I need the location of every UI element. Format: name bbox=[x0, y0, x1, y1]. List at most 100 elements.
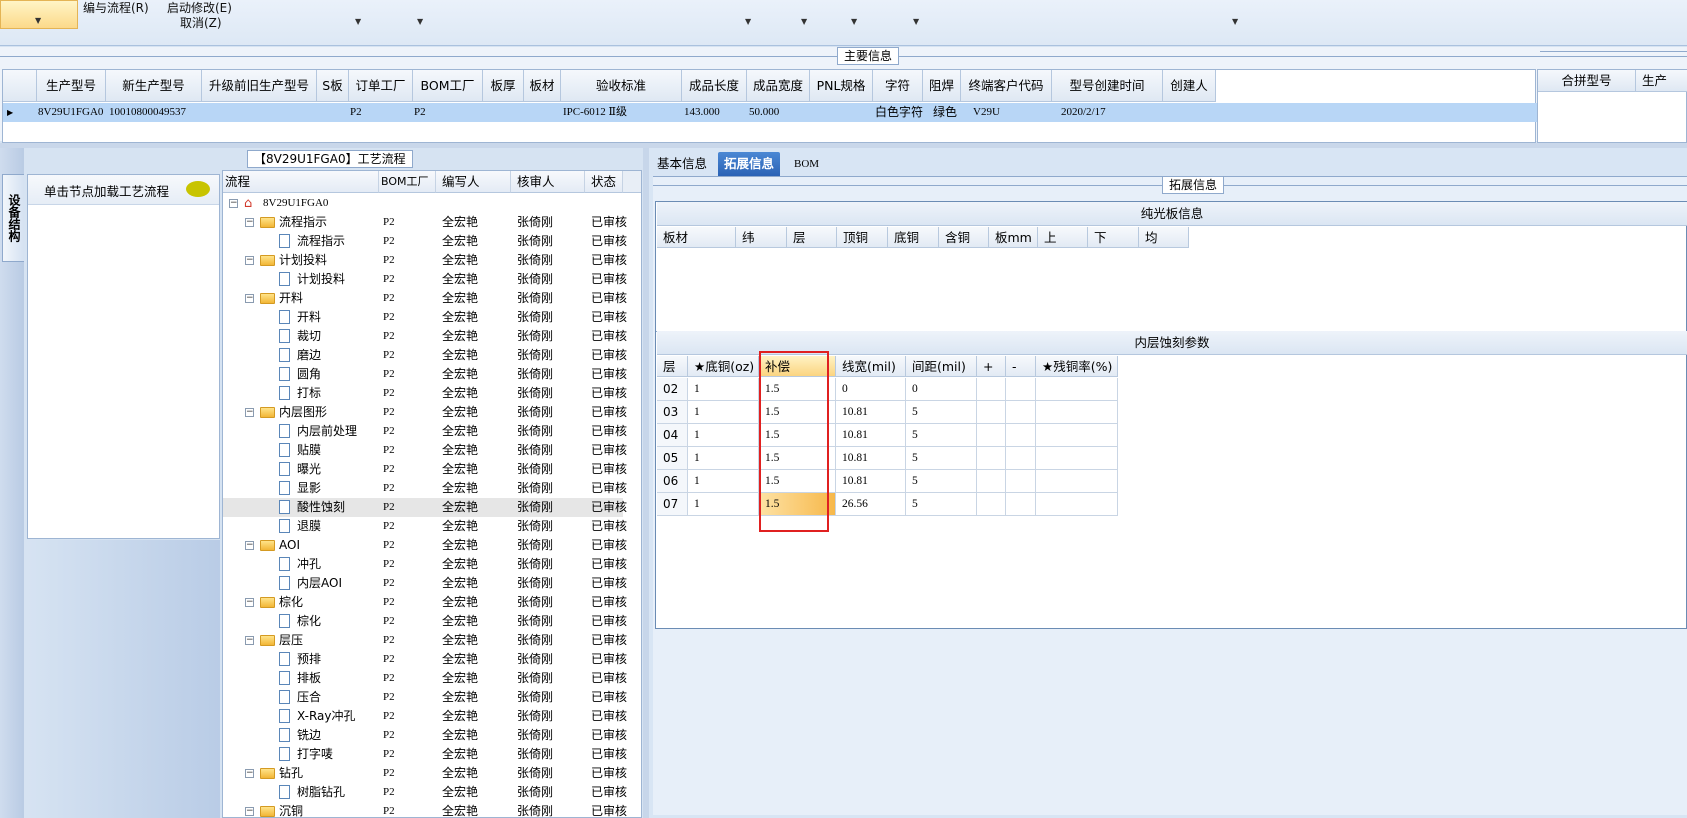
board-column-header[interactable]: 纬 bbox=[736, 227, 787, 248]
column-header[interactable]: PNL规格 bbox=[810, 70, 873, 102]
etch-cell[interactable] bbox=[1006, 447, 1036, 470]
etch-cell[interactable]: 02 bbox=[657, 378, 688, 401]
etch-cell[interactable]: 5 bbox=[906, 401, 977, 424]
tree-row[interactable]: 冲孔 P2 全宏艳 张倚刚 已审核 bbox=[223, 555, 627, 574]
column-header[interactable]: 核审人 bbox=[511, 171, 585, 193]
etch-cell[interactable]: 10.81 bbox=[836, 401, 906, 424]
tree-row[interactable]: 圆角 P2 全宏艳 张倚刚 已审核 bbox=[223, 365, 627, 384]
etch-cell[interactable] bbox=[977, 424, 1006, 447]
etch-cell[interactable] bbox=[1036, 470, 1118, 493]
collapse-icon[interactable]: − bbox=[245, 807, 254, 816]
collapse-icon[interactable]: − bbox=[245, 294, 254, 303]
etch-cell[interactable]: 10.81 bbox=[836, 447, 906, 470]
etch-cell[interactable]: 1 bbox=[688, 378, 759, 401]
tree-row[interactable]: 打字唛 P2 全宏艳 张倚刚 已审核 bbox=[223, 745, 627, 764]
main-info-grid[interactable]: 生产型号 新生产型号 升级前旧生产型号 S板 订单工厂 BOM工厂 板厚 板材 … bbox=[2, 69, 1537, 143]
column-header[interactable]: 流程 bbox=[223, 171, 379, 193]
etch-column-header[interactable]: 层 bbox=[657, 356, 688, 377]
etch-cell[interactable] bbox=[1036, 378, 1118, 401]
etch-cell[interactable] bbox=[1006, 470, 1036, 493]
collapse-icon[interactable]: − bbox=[245, 541, 254, 550]
tree-row[interactable]: 铣边 P2 全宏艳 张倚刚 已审核 bbox=[223, 726, 627, 745]
board-column-header[interactable]: 板材 bbox=[657, 227, 736, 248]
etch-cell[interactable]: 07 bbox=[657, 493, 688, 516]
column-header[interactable]: 验收标准 bbox=[561, 70, 682, 102]
column-header[interactable]: 升级前旧生产型号 bbox=[202, 70, 317, 102]
tree-row[interactable]: 贴膜 P2 全宏艳 张倚刚 已审核 bbox=[223, 441, 627, 460]
column-header[interactable]: 型号创建时间 bbox=[1052, 70, 1163, 102]
tree-row[interactable]: − 开料 P2 全宏艳 张倚刚 已审核 bbox=[223, 289, 627, 308]
etch-cell[interactable]: 1 bbox=[688, 470, 759, 493]
etch-cell[interactable] bbox=[977, 493, 1006, 516]
board-column-header[interactable]: 底铜 bbox=[888, 227, 939, 248]
etch-column-header[interactable]: ★残铜率(%) bbox=[1036, 356, 1118, 377]
chevron-down-icon[interactable]: ▼ bbox=[745, 17, 751, 26]
column-header[interactable]: 状态 bbox=[585, 171, 623, 193]
etch-cell[interactable]: 10.81 bbox=[836, 470, 906, 493]
etch-cell[interactable] bbox=[1036, 493, 1118, 516]
column-header[interactable]: 阻焊 bbox=[923, 70, 961, 102]
dropdown-button[interactable]: ▼ bbox=[0, 0, 78, 29]
column-header[interactable]: BOM工厂 bbox=[413, 70, 483, 102]
etch-column-header[interactable]: - bbox=[1006, 356, 1036, 377]
tree-row[interactable]: − 层压 P2 全宏艳 张倚刚 已审核 bbox=[223, 631, 627, 650]
collapse-icon[interactable]: − bbox=[245, 636, 254, 645]
etch-column-header[interactable]: 间距(mil) bbox=[906, 356, 977, 377]
chevron-down-icon[interactable]: ▼ bbox=[913, 17, 919, 26]
tree-row[interactable]: 磨边 P2 全宏艳 张倚刚 已审核 bbox=[223, 346, 627, 365]
etch-cell[interactable] bbox=[1006, 424, 1036, 447]
menu-item-edit-flow[interactable]: 编与流程(R) bbox=[83, 0, 149, 16]
tree-row[interactable]: − AOI P2 全宏艳 张倚刚 已审核 bbox=[223, 536, 627, 555]
column-header[interactable]: BOM工厂 bbox=[379, 171, 436, 193]
etch-cell[interactable] bbox=[1006, 493, 1036, 516]
tab-equipment-structure[interactable]: 设备结构 bbox=[2, 174, 24, 262]
etch-column-header[interactable]: + bbox=[977, 356, 1006, 377]
etch-cell[interactable]: 06 bbox=[657, 470, 688, 493]
tree-row[interactable]: − 流程指示 P2 全宏艳 张倚刚 已审核 bbox=[223, 213, 627, 232]
tab-basic-info[interactable]: 基本信息 bbox=[651, 152, 713, 176]
tree-row[interactable]: 流程指示 P2 全宏艳 张倚刚 已审核 bbox=[223, 232, 627, 251]
board-column-header[interactable]: 含铜 bbox=[939, 227, 989, 248]
etch-cell[interactable]: 05 bbox=[657, 447, 688, 470]
tree-row[interactable]: 退膜 P2 全宏艳 张倚刚 已审核 bbox=[223, 517, 627, 536]
etch-cell[interactable]: 1 bbox=[688, 401, 759, 424]
etch-cell[interactable]: 04 bbox=[657, 424, 688, 447]
column-header[interactable]: 新生产型号 bbox=[106, 70, 202, 102]
tree-row[interactable]: 计划投料 P2 全宏艳 张倚刚 已审核 bbox=[223, 270, 627, 289]
etch-cell[interactable] bbox=[977, 378, 1006, 401]
column-header[interactable]: 成品宽度 bbox=[747, 70, 810, 102]
etch-cell[interactable] bbox=[1036, 424, 1118, 447]
tree-row[interactable]: − 计划投料 P2 全宏艳 张倚刚 已审核 bbox=[223, 251, 627, 270]
etch-cell[interactable] bbox=[977, 447, 1006, 470]
chevron-down-icon[interactable]: ▼ bbox=[417, 17, 423, 26]
etch-cell[interactable]: 26.56 bbox=[836, 493, 906, 516]
column-header[interactable]: 生产型号 bbox=[37, 70, 106, 102]
etch-cell[interactable]: 5 bbox=[906, 470, 977, 493]
process-flow-tree[interactable]: 流程 BOM工厂 编写人 核审人 状态 − ⌂ 8V29U1FGA0 − 流程指示… bbox=[222, 170, 642, 818]
tree-root[interactable]: − ⌂ 8V29U1FGA0 bbox=[223, 194, 623, 213]
tree-row[interactable]: 树脂钻孔 P2 全宏艳 张倚刚 已审核 bbox=[223, 783, 627, 802]
collapse-icon[interactable]: − bbox=[229, 199, 238, 208]
tree-row[interactable]: 裁切 P2 全宏艳 张倚刚 已审核 bbox=[223, 327, 627, 346]
etch-cell[interactable]: 5 bbox=[906, 447, 977, 470]
tree-row[interactable]: − 内层图形 P2 全宏艳 张倚刚 已审核 bbox=[223, 403, 627, 422]
board-column-header[interactable]: 上 bbox=[1038, 227, 1088, 248]
menu-item-cancel[interactable]: 取消(Z) bbox=[180, 14, 222, 31]
etch-cell[interactable] bbox=[1006, 401, 1036, 424]
tree-row[interactable]: 曝光 P2 全宏艳 张倚刚 已审核 bbox=[223, 460, 627, 479]
etch-cell[interactable]: 5 bbox=[906, 424, 977, 447]
column-header[interactable]: 合拼型号 bbox=[1538, 70, 1636, 92]
etch-cell[interactable] bbox=[977, 470, 1006, 493]
column-header[interactable]: 字符 bbox=[873, 70, 923, 102]
tree-row[interactable]: 打标 P2 全宏艳 张倚刚 已审核 bbox=[223, 384, 627, 403]
tree-row[interactable]: 酸性蚀刻 P2 全宏艳 张倚刚 已审核 bbox=[223, 498, 627, 517]
etch-column-header[interactable]: ★底铜(oz) bbox=[688, 356, 759, 377]
board-column-header[interactable]: 层 bbox=[787, 227, 837, 248]
board-column-header[interactable]: 顶铜 bbox=[837, 227, 888, 248]
etch-cell[interactable]: 1 bbox=[688, 424, 759, 447]
board-column-header[interactable]: 下 bbox=[1088, 227, 1139, 248]
column-header[interactable]: 板厚 bbox=[483, 70, 524, 102]
tree-row[interactable]: 显影 P2 全宏艳 张倚刚 已审核 bbox=[223, 479, 627, 498]
tree-row[interactable]: 内层前处理 P2 全宏艳 张倚刚 已审核 bbox=[223, 422, 627, 441]
column-header[interactable]: S板 bbox=[317, 70, 349, 102]
